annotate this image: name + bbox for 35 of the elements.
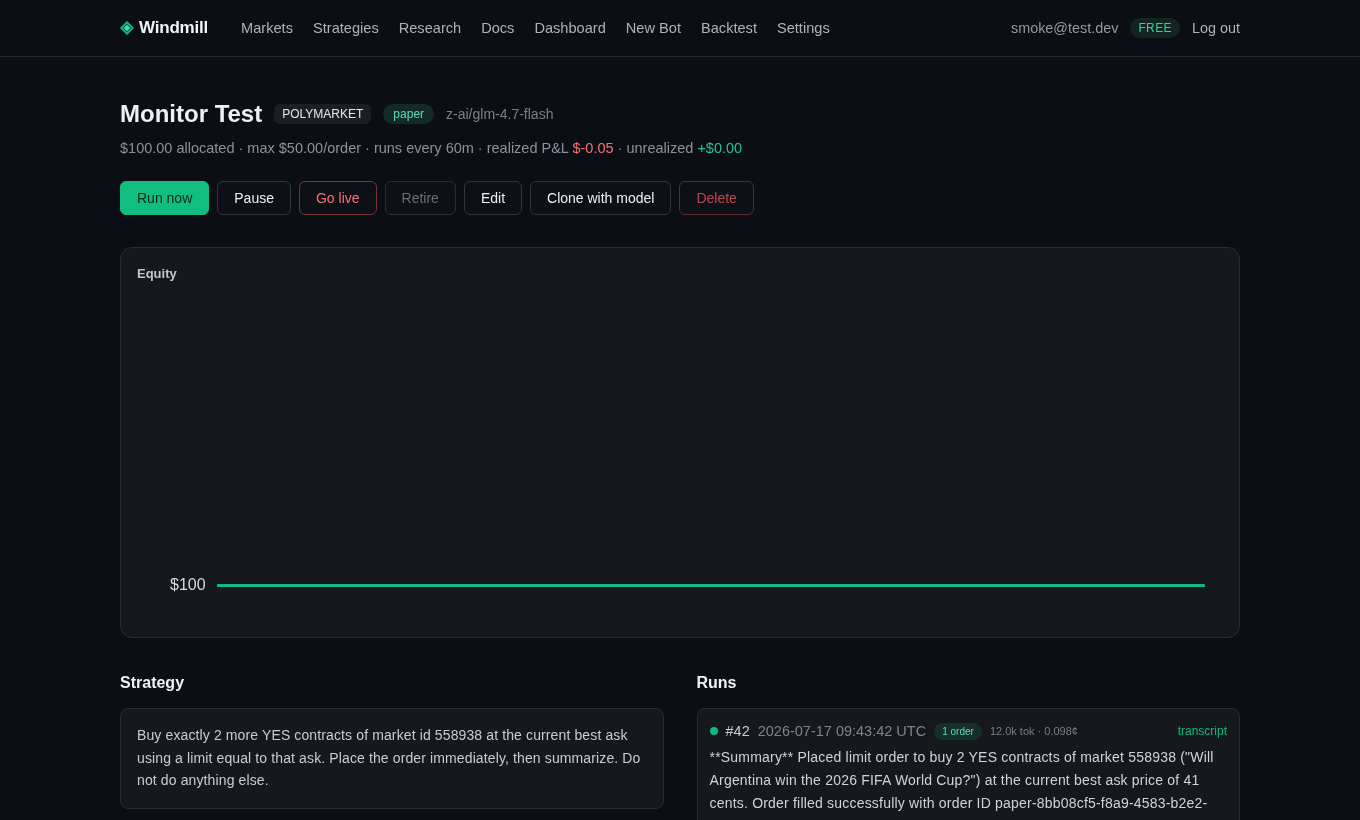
nav-link[interactable]: Dashboard bbox=[534, 20, 606, 36]
action-button[interactable]: Pause bbox=[217, 181, 291, 215]
action-button[interactable]: Run now bbox=[120, 181, 210, 215]
token-usage: 12.0k tok · 0.098¢ bbox=[989, 725, 1078, 737]
user-email: smoke@test.dev bbox=[1011, 20, 1119, 36]
mode-badge: paper bbox=[383, 104, 435, 124]
venue-badge: POLYMARKET bbox=[274, 104, 372, 124]
action-button[interactable]: Delete bbox=[679, 181, 754, 215]
bot-stats: $100.00 allocated · max $50.00/order · runs every 60m · realized P&L $-0.05 · unrealized +$0.00 bbox=[120, 139, 744, 157]
plan-badge: FREE bbox=[1130, 18, 1180, 38]
value-label: $100 bbox=[170, 576, 206, 594]
nav-link[interactable]: Research bbox=[398, 20, 462, 36]
nav-link[interactable]: Markets bbox=[241, 20, 293, 36]
action-button[interactable]: Clone with model bbox=[530, 181, 672, 215]
action-button[interactable]: Edit bbox=[463, 181, 523, 215]
logout-link[interactable]: Log out bbox=[1192, 20, 1240, 36]
model-name: z-ai/glm-4.7-flash bbox=[446, 106, 554, 122]
nav-link[interactable]: Strategies bbox=[313, 20, 379, 36]
transcript-link[interactable]: transcript bbox=[1177, 724, 1227, 738]
nav-link[interactable]: Settings bbox=[776, 20, 830, 36]
section-heading: Strategy bbox=[120, 674, 186, 692]
nav-link[interactable]: Backtest bbox=[701, 20, 757, 36]
run-number: #42 bbox=[725, 723, 750, 739]
nav-link[interactable]: Docs bbox=[481, 20, 515, 36]
action-button[interactable]: Go live bbox=[298, 181, 377, 215]
section-heading: Runs bbox=[696, 674, 738, 692]
chart-title: Equity bbox=[137, 266, 177, 282]
run-summary: **Summary** Placed limit order to buy 2 YES contracts of market 558938 ("Will Argentina win the 2026 FIFA World Cup?") at the current best ask price of 41 cents. Order filled successfully with order ID paper-8bb08cf5-f8a9-4583-b2e2- bbox=[709, 748, 1215, 813]
bot-title: Monitor Test bbox=[120, 100, 263, 128]
strategy-text: Buy exactly 2 more YES contracts of market id 558938 at the current best ask using a limit equal to that ask. Place the order immediately, then summarize. Do not do anything else. bbox=[137, 726, 642, 790]
run-timestamp: 2026-07-17 09:43:42 UTC bbox=[757, 723, 927, 739]
diamond-logo-icon bbox=[120, 21, 134, 35]
app-logo-text: Windmill bbox=[139, 18, 209, 38]
order-count-badge: 1 order bbox=[934, 722, 982, 740]
nav-link[interactable]: New Bot bbox=[625, 20, 681, 36]
